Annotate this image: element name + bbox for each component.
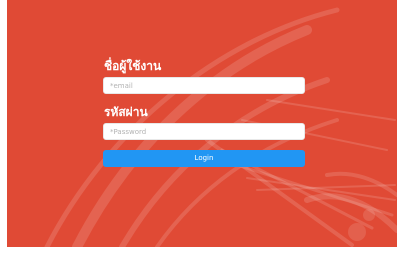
login-page: ชื่อผู้ใช้งาน รหัสผ่าน Login — [7, 0, 397, 247]
email-input[interactable] — [103, 77, 305, 94]
username-label: ชื่อผู้ใช้งาน — [104, 59, 162, 73]
login-form: ชื่อผู้ใช้งาน รหัสผ่าน Login — [103, 58, 305, 167]
password-label: รหัสผ่าน — [104, 105, 148, 119]
password-input[interactable] — [103, 123, 305, 140]
login-button[interactable]: Login — [103, 150, 305, 167]
